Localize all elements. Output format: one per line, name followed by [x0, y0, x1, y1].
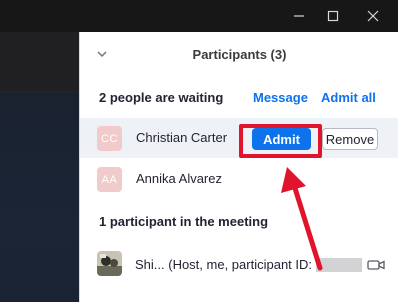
avatar: CC [97, 126, 122, 151]
waiting-person-row[interactable]: CC Christian Carter Admit Remove [80, 118, 398, 158]
panel-title: Participants (3) [192, 47, 287, 62]
host-participant-row[interactable]: Shi... (Host, me, participant ID: [80, 246, 398, 286]
participants-panel: Participants (3) 2 people are waiting Me… [79, 32, 398, 302]
host-name: Shi... (Host, me, participant ID: [135, 257, 313, 272]
participant-name: Christian Carter [136, 130, 228, 145]
close-icon [367, 10, 379, 22]
message-button[interactable]: Message [253, 90, 308, 105]
video-camera-icon[interactable] [367, 258, 385, 272]
waiting-room-header: 2 people are waiting Message Admit all [80, 86, 398, 110]
minimize-button[interactable] [282, 0, 316, 32]
waiting-room-title: 2 people are waiting [99, 90, 224, 105]
admit-all-button[interactable]: Admit all [321, 90, 376, 105]
host-avatar [97, 251, 122, 276]
remove-button[interactable]: Remove [322, 128, 378, 150]
video-toolbar-strip [0, 32, 79, 91]
meeting-video-area [0, 32, 79, 302]
participant-name: Annika Alvarez [136, 171, 222, 186]
in-meeting-title: 1 participant in the meeting [99, 214, 269, 229]
redacted-participant-id [316, 258, 362, 272]
waiting-person-row[interactable]: AA Annika Alvarez [80, 159, 398, 199]
maximize-icon [327, 10, 339, 22]
window-titlebar [0, 0, 398, 32]
avatar: AA [97, 167, 122, 192]
panel-header: Participants (3) [80, 32, 398, 76]
maximize-button[interactable] [316, 0, 350, 32]
admit-button[interactable]: Admit [252, 128, 311, 150]
minimize-icon [294, 15, 304, 17]
close-window-button[interactable] [356, 0, 390, 32]
